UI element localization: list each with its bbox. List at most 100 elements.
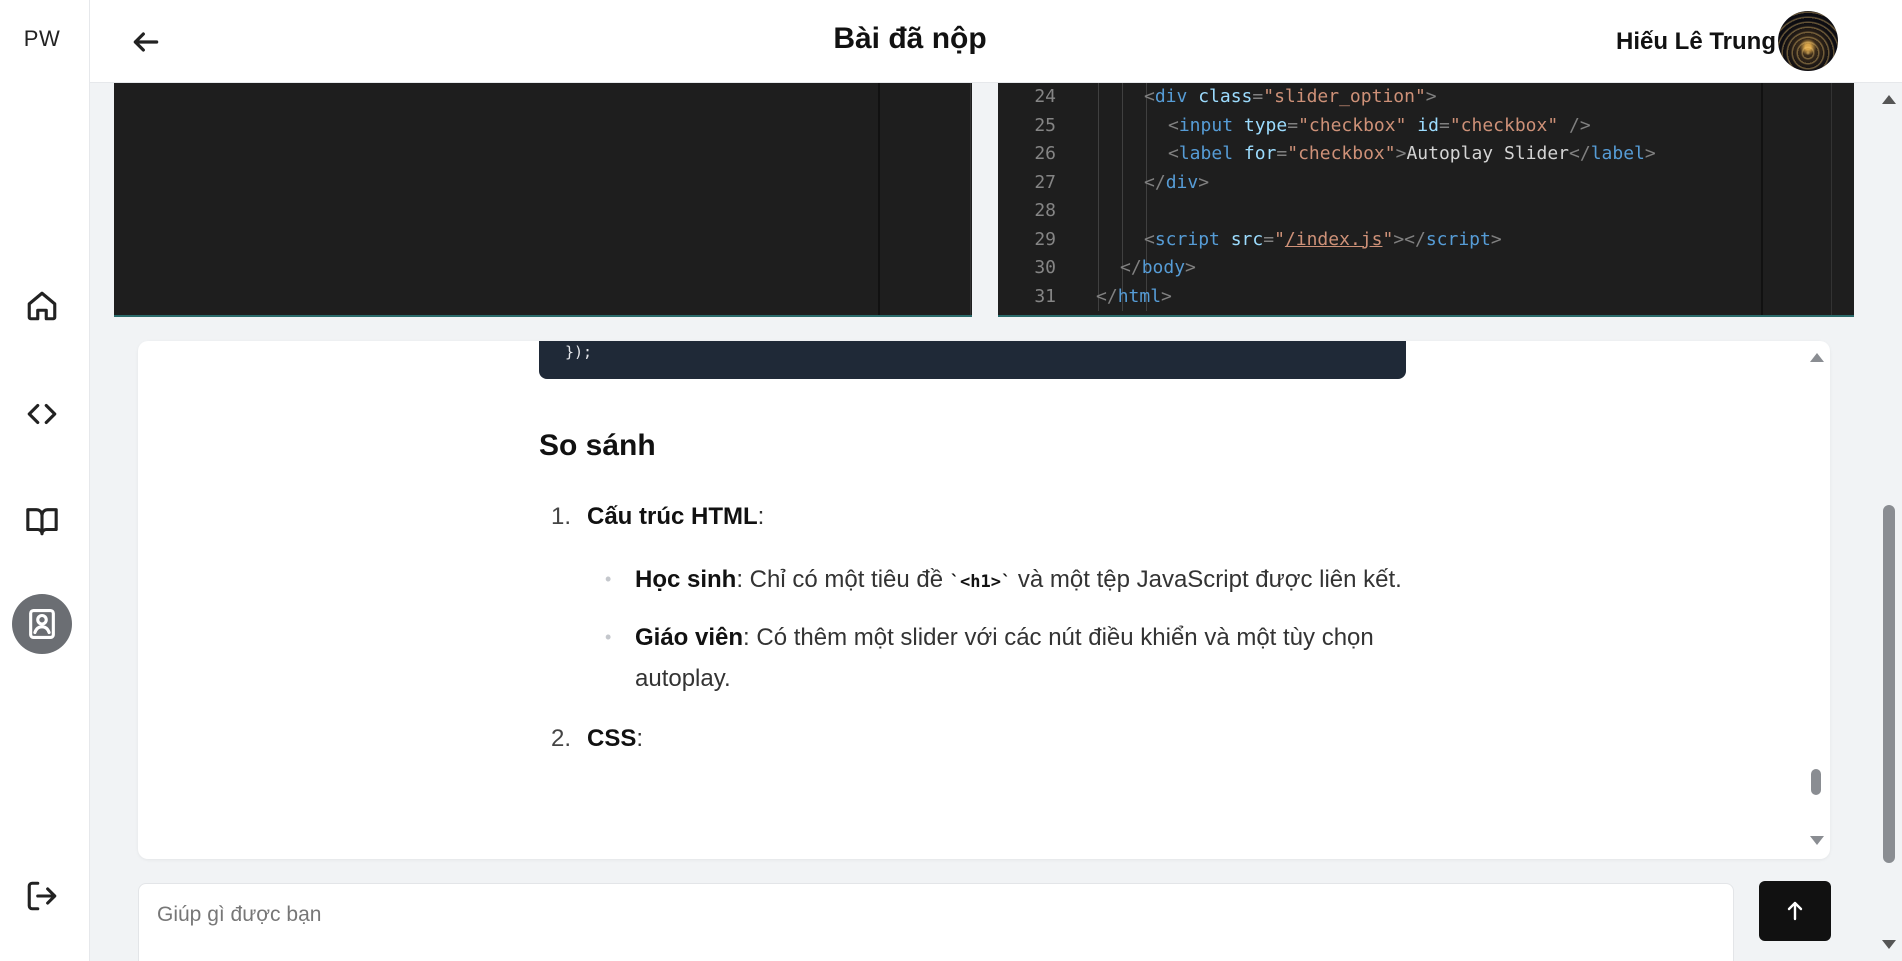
- nav-logout[interactable]: [12, 866, 72, 926]
- bullet-item: Giáo viên: Có thêm một slider với các nú…: [539, 617, 1419, 699]
- ai-feedback-panel: }); So sánh 1. Cấu trúc HTML: Học sinh: …: [138, 341, 1830, 859]
- code-text: </html>: [1096, 283, 1172, 312]
- code-block-text: });: [565, 343, 593, 361]
- code-token: =: [1438, 114, 1450, 136]
- code-token: for: [1243, 143, 1277, 164]
- code-token: </: [1144, 171, 1166, 193]
- list-item: 2. CSS:: [539, 719, 1419, 759]
- line-number: 25: [1034, 114, 1056, 136]
- code-token: <: [1168, 143, 1179, 164]
- code-token: div: [1165, 171, 1199, 193]
- editor-scrollbar-track: [970, 83, 971, 315]
- code-token: </: [1120, 257, 1142, 278]
- code-text: <input type="checkbox" id="checkbox" />: [1168, 112, 1591, 141]
- code-token: <: [1168, 114, 1179, 136]
- code-token: "checkbox": [1449, 114, 1559, 136]
- chat-input[interactable]: [157, 898, 1657, 932]
- scroll-up-icon[interactable]: [1810, 353, 1824, 362]
- code-text: <script src="/index.js"></script>: [1144, 226, 1502, 255]
- bullet-text: : Có thêm một slider với các nút điều kh…: [635, 624, 1374, 692]
- page-scrollbar[interactable]: [1878, 83, 1900, 961]
- logout-icon: [27, 881, 57, 911]
- code-line: 31 </html>: [998, 283, 1172, 312]
- scroll-thumb[interactable]: [1883, 505, 1895, 863]
- bullet-label: Giáo viên: [635, 624, 744, 651]
- code-token: label: [1178, 143, 1234, 164]
- code-token: body: [1141, 257, 1186, 278]
- scroll-down-icon[interactable]: [1882, 940, 1896, 949]
- home-icon: [27, 291, 57, 321]
- list-item: 1. Cấu trúc HTML:: [539, 497, 1419, 537]
- list-item-suffix: :: [636, 725, 644, 752]
- code-token: </: [1096, 285, 1118, 307]
- list-number: 2.: [551, 725, 572, 752]
- avatar[interactable]: [1778, 11, 1838, 71]
- code-token: >: [1644, 143, 1656, 164]
- code-line: 24 <div class="slider_option">: [998, 83, 1436, 112]
- brand-logo[interactable]: PW: [0, 26, 84, 52]
- bullet-text: và một tệp JavaScript được liên kết.: [1011, 566, 1402, 593]
- list-item-suffix: :: [757, 503, 765, 530]
- code-line: 27 </div>: [998, 169, 1209, 198]
- student-code-editor[interactable]: [114, 83, 972, 317]
- nav-docs[interactable]: [12, 491, 72, 551]
- bullet-label: Học sinh: [635, 566, 737, 593]
- code-token: "checkbox": [1287, 143, 1396, 164]
- code-token: =: [1276, 143, 1288, 164]
- code-token: <: [1144, 228, 1155, 250]
- inline-code: `<h1>`: [949, 572, 1012, 592]
- scroll-thumb[interactable]: [1811, 769, 1821, 795]
- code-token: >: [1490, 228, 1502, 250]
- code-token: <: [1144, 86, 1155, 107]
- code-token: </: [1569, 143, 1591, 164]
- code-line: 26 <label for="checkbox">Autoplay Slider<…: [998, 140, 1655, 169]
- code-token: input: [1178, 114, 1234, 136]
- code-token: >: [1395, 143, 1407, 164]
- code-icon: [27, 403, 57, 425]
- line-number: 30: [1034, 257, 1056, 278]
- page-title: Bài đã nộp: [833, 22, 987, 55]
- code-token: script: [1425, 228, 1491, 250]
- nav-code[interactable]: [12, 384, 72, 444]
- code-lines: 24 <div class="slider_option"> 25 <input ty…: [998, 83, 1656, 312]
- top-header: Bài đã nộp Hiếu Lê Trung: [90, 0, 1902, 83]
- arrow-up-icon: [1787, 901, 1803, 921]
- send-button[interactable]: [1759, 881, 1831, 941]
- code-line: 30 </body>: [998, 254, 1196, 283]
- nav-submissions[interactable]: [12, 594, 72, 654]
- nav-home[interactable]: [12, 276, 72, 336]
- editor-minimap-divider: [1761, 83, 1763, 315]
- code-token: type: [1243, 114, 1288, 136]
- chat-composer: [138, 883, 1734, 961]
- code-token: Autoplay Slider: [1406, 143, 1570, 164]
- code-text: <div class="slider_option">: [1144, 83, 1437, 112]
- scroll-up-icon[interactable]: [1882, 95, 1896, 104]
- code-line: 25 <input type="checkbox" id="checkbox" /…: [998, 112, 1590, 141]
- section-heading: So sánh: [539, 429, 656, 462]
- scroll-down-icon[interactable]: [1810, 836, 1824, 845]
- bullet-list: Học sinh: Chỉ có một tiêu đề `<h1>` và m…: [539, 559, 1419, 699]
- panel-scrollbar[interactable]: [1807, 345, 1825, 853]
- code-block: });: [539, 341, 1406, 379]
- code-text: <label for="checkbox">Autoplay Slider</l…: [1168, 140, 1656, 169]
- bullet-item: Học sinh: Chỉ có một tiêu đề `<h1>` và m…: [539, 559, 1419, 603]
- code-token: class: [1198, 86, 1253, 107]
- editor-scrollbar-track: [1831, 83, 1832, 315]
- code-text: </div>: [1144, 169, 1209, 198]
- code-token: script: [1154, 228, 1220, 250]
- code-token: >: [1161, 285, 1172, 307]
- code-token: ": [1382, 228, 1394, 250]
- list-item-title: CSS: [587, 725, 637, 752]
- code-token: ": [1274, 228, 1285, 250]
- code-line: 28: [998, 197, 1056, 226]
- bullet-text: : Chỉ có một tiêu đề: [736, 566, 950, 593]
- code-token: src: [1230, 228, 1264, 250]
- code-token: /index.js: [1284, 228, 1383, 250]
- code-token: =: [1263, 228, 1275, 250]
- teacher-code-editor[interactable]: 24 <div class="slider_option"> 25 <input ty…: [998, 83, 1854, 317]
- code-token: ></: [1393, 228, 1426, 250]
- code-token: />: [1569, 114, 1591, 136]
